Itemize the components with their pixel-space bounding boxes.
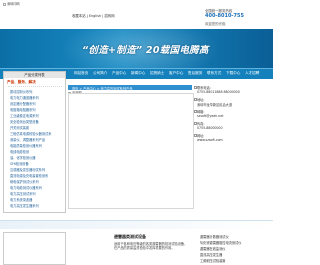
site-logo[interactable]: 深圳印码 [3, 1, 25, 7]
sidebar-item[interactable]: 互感器及变压器测试系列 [10, 167, 45, 172]
sidebar-title: 产品分类列表 [4, 72, 65, 78]
breadcrumb-bar: 首页 > 产品中心 > 电力高压测试系列产品 [68, 85, 192, 91]
product-sidebar: 产品分类列表 产品、服务、解决 振动控制仪系列 电力电力通道器系列 设定器分配器… [3, 71, 66, 213]
contact-line: 深圳市龙华新区民治大道 [197, 103, 233, 107]
related-products-list: 避雷器计数器测试仪 氧化锌避雷器阻性电流测试仪 避雷器在线监测仪 直流高压发生器… [194, 232, 270, 263]
sidebar-item[interactable]: 设定器分配器系列 [10, 101, 36, 106]
hotline-number: 400-8010-755 [205, 13, 244, 19]
sidebar-item[interactable]: 电力高压发生器系列 [10, 203, 39, 208]
bottom-left-panel [3, 232, 66, 265]
featured-description: 适用于各种电压等级的各类避雷器的检测试验设备，在产品的质量监督检验中发挥重要的作… [114, 242, 188, 251]
nav-item-download[interactable]: 下载中心 [226, 71, 240, 76]
sidebar-item[interactable]: 测量仪、调整器系列产品 [10, 137, 45, 142]
banner-slogan: “创造+制造” 20载国电腾高 [82, 45, 209, 56]
sidebar-item[interactable]: 直流电源及充电装置检测系 [10, 173, 48, 178]
sidebar-item[interactable]: 继电保护测试仪系列 [10, 179, 39, 184]
sidebar-item[interactable]: 电线电缆检测 [10, 149, 29, 154]
nav-item-clients[interactable]: 客户中心 [169, 71, 183, 76]
broken-image-icon [3, 2, 6, 6]
related-item[interactable]: 避雷器计数器测试仪 [200, 234, 229, 239]
sidebar-item[interactable]: 安全检测台类型设备 [10, 119, 39, 124]
related-item[interactable]: 工频耐压试验装置 [200, 258, 226, 263]
sidebar-item[interactable]: SF6检测设备 [10, 161, 29, 166]
sidebar-item[interactable]: 电力高压测试系列 [10, 191, 36, 196]
divider [8, 86, 62, 87]
header-links[interactable]: 收藏本站 | English | 招商网 [72, 13, 115, 18]
nav-item-home[interactable]: 网站首页 [74, 71, 88, 76]
sidebar-item[interactable]: 电能质量检测仪器系列 [10, 143, 42, 148]
sidebar-item[interactable]: 工业级稳定电源系列 [10, 113, 39, 118]
sidebar-item[interactable]: 电力系统录波器 [10, 197, 32, 202]
sidebar-item[interactable]: 电阻箱电阻器系列 [10, 107, 36, 112]
related-item[interactable]: 直流高压发生器 [200, 252, 222, 257]
featured-title[interactable]: 避雷器类测试设备 [114, 234, 146, 240]
contact-line[interactable]: www.szsoft.com [197, 138, 223, 142]
related-item[interactable]: 避雷器在线监测仪 [200, 246, 226, 251]
nav-item-jobs[interactable]: 招贤纳士 [150, 71, 164, 76]
sidebar-item[interactable]: 电力电力通道器系列 [10, 95, 39, 100]
related-item[interactable]: 氧化锌避雷器阻性电流测试仪 [200, 240, 241, 245]
nav-item-products[interactable]: 产品中心 [112, 71, 126, 76]
featured-product-panel: 避雷器类测试设备 适用于各种电压等级的各类避雷器的检测试验设备，在产品的质量监督… [68, 232, 192, 263]
logo-alt-text: 深圳印码 [7, 2, 20, 6]
sidebar-heading: 产品、服务、解决 [7, 80, 36, 84]
content-panel [68, 93, 194, 209]
nav-item-contact[interactable]: 联系方式 [207, 71, 221, 76]
header-subtext: 欢迎您的光临 [205, 22, 226, 26]
section-band [0, 220, 273, 229]
nav-item-news[interactable]: 新闻中心 [131, 71, 145, 76]
sidebar-item[interactable]: 开关测试装置 [10, 125, 29, 130]
nav-item-service[interactable]: 售后服务 [188, 71, 202, 76]
contact-line: 0755-88000000 [197, 126, 223, 130]
nav-item-about[interactable]: 公司简介 [93, 71, 107, 76]
nav-item-recruit[interactable]: 人才招聘 [245, 71, 259, 76]
contact-column: 联系电话: 0755-88011888 88000000 地址: 深圳市龙华新区… [194, 83, 270, 209]
sidebar-item[interactable]: 三相仿真电源校验仪器测试系 [10, 131, 51, 136]
contact-line: 0755-88011888 88000000 [197, 90, 240, 94]
sidebar-item[interactable]: 电力电缆测试仪器系列 [10, 185, 42, 190]
hero-banner: “创造+制造” 20载国电腾高 [0, 29, 273, 68]
contact-line[interactable]: szsoft@yeah.net [197, 114, 224, 118]
sidebar-item[interactable]: 油、化学检测仪器 [10, 155, 36, 160]
sidebar-item[interactable]: 振动控制仪系列 [10, 89, 32, 94]
